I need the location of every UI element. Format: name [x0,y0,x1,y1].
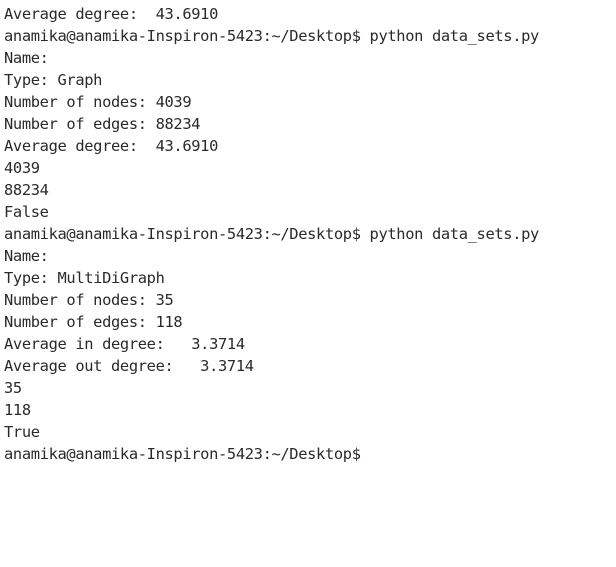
output-line: Average degree: 43.6910 [4,137,218,155]
output-line: Average out degree: 3.3714 [4,357,254,375]
output-line: Type: MultiDiGraph [4,269,165,287]
output-line: Average degree: 43.6910 [4,5,218,23]
terminal-output[interactable]: Average degree: 43.6910 anamika@anamika-… [0,0,616,567]
output-line: 118 [4,401,31,419]
shell-prompt[interactable]: anamika@anamika-Inspiron-5423:~/Desktop$ [4,443,616,465]
output-line: False [4,203,49,221]
command-line: anamika@anamika-Inspiron-5423:~/Desktop$… [4,27,539,45]
output-line: Average in degree: 3.3714 [4,335,245,353]
output-line: 88234 [4,181,49,199]
command-line: anamika@anamika-Inspiron-5423:~/Desktop$… [4,225,539,243]
output-line: Name: [4,247,49,265]
output-line: Name: [4,49,49,67]
output-line: 35 [4,379,22,397]
output-line: 4039 [4,159,40,177]
output-line: Number of edges: 118 [4,313,183,331]
output-line: Number of edges: 88234 [4,115,201,133]
output-line: True [4,423,40,441]
output-line: Number of nodes: 4039 [4,93,192,111]
output-line: Number of nodes: 35 [4,291,174,309]
output-line: Type: Graph [4,71,103,89]
